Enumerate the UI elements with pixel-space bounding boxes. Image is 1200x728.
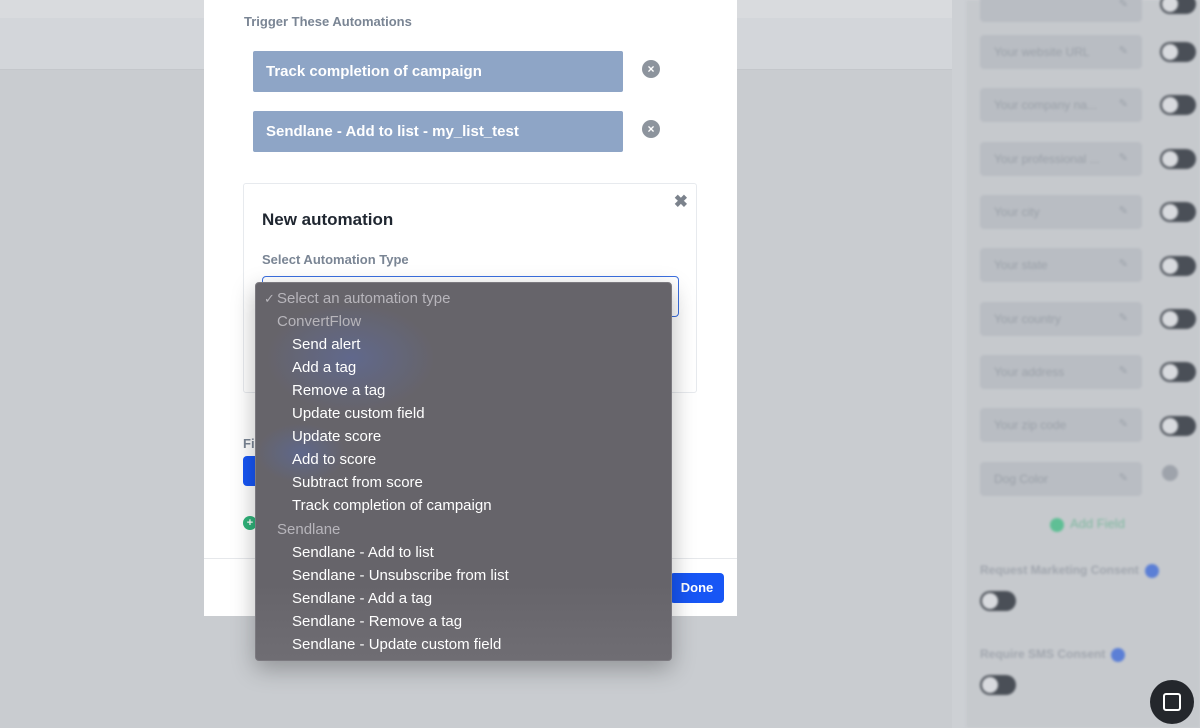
remove-trigger-icon[interactable]: × (642, 60, 660, 78)
close-icon[interactable]: ✖ (674, 192, 688, 212)
dropdown-option[interactable]: Subtract from score (256, 471, 671, 494)
sidebar-toggle[interactable] (1160, 416, 1196, 436)
sidebar-toggle[interactable] (1160, 362, 1196, 382)
dropdown-option[interactable]: Add to score (256, 448, 671, 471)
pencil-icon: ✎ (1118, 98, 1128, 110)
sidebar-field[interactable]: Your country ✎ (980, 302, 1142, 336)
sidebar-field[interactable]: Your city ✎ (980, 195, 1142, 229)
pencil-icon: ✎ (1118, 258, 1128, 270)
sidebar-field[interactable]: Your zip code ✎ (980, 408, 1142, 442)
dropdown-option[interactable]: Sendlane - Add a tag (256, 587, 671, 610)
dropdown-option[interactable]: Remove a tag (256, 379, 671, 402)
new-automation-title: New automation (262, 210, 394, 229)
sidebar-field[interactable]: Your address ✎ (980, 355, 1142, 389)
pencil-icon: ✎ (1118, 365, 1128, 377)
trigger-item-label: Track completion of campaign (266, 63, 482, 80)
sidebar-toggle[interactable] (1160, 202, 1196, 222)
chat-launcher-button[interactable] (1150, 680, 1194, 724)
trigger-item-label: Sendlane - Add to list - my_list_test (266, 123, 519, 140)
checkmark-icon: ✓ (264, 291, 275, 306)
dropdown-option[interactable]: Sendlane - Remove a tag (256, 610, 671, 633)
dropdown-option[interactable]: Add a tag (256, 356, 671, 379)
sidebar-field[interactable]: Dog Color ✎ (980, 462, 1142, 496)
dropdown-option[interactable]: Update score (256, 425, 671, 448)
sidebar-toggle[interactable] (1160, 309, 1196, 329)
sidebar-field[interactable]: Your website URL ✎ (980, 35, 1142, 69)
option-group-label: Sendlane (277, 521, 341, 538)
pencil-icon: ✎ (1118, 472, 1128, 484)
sidebar-field-phone[interactable]: ✎ (980, 0, 1142, 22)
sidebar-toggle[interactable] (1160, 95, 1196, 115)
background-divider (952, 0, 966, 728)
remove-trigger-icon[interactable]: × (642, 120, 660, 138)
settings-sidebar: ✎ Your website URL ✎ Your company na... ✎ … (966, 0, 1200, 728)
dropdown-option[interactable]: Sendlane - Update custom field (256, 633, 671, 656)
marketing-consent-toggle[interactable] (980, 591, 1016, 611)
done-button[interactable]: Done (670, 573, 724, 603)
help-icon[interactable] (1144, 563, 1159, 578)
pencil-icon: ✎ (1118, 0, 1128, 10)
plus-icon (1050, 517, 1064, 532)
chat-icon (1163, 693, 1181, 711)
sidebar-toggle[interactable] (1160, 42, 1196, 62)
trigger-item[interactable]: Sendlane - Add to list - my_list_test (253, 111, 623, 152)
dropdown-option[interactable]: Sendlane - Add to list (256, 541, 671, 564)
sidebar-field[interactable]: Your state ✎ (980, 248, 1142, 282)
option-group-label: ConvertFlow (277, 313, 362, 330)
pencil-icon: ✎ (1118, 312, 1128, 324)
dropdown-option[interactable]: Track completion of campaign (256, 494, 671, 517)
sidebar-toggle[interactable] (1160, 256, 1196, 276)
option-placeholder[interactable]: ✓ Select an automation type (256, 287, 671, 310)
pencil-icon: ✎ (1118, 45, 1128, 57)
automation-type-label: Select Automation Type (262, 252, 409, 267)
dropdown-option[interactable]: Send alert (256, 333, 671, 356)
pencil-icon: ✎ (1118, 205, 1128, 217)
sidebar-field[interactable]: Your company na... ✎ (980, 88, 1142, 122)
sidebar-field[interactable]: Your professional ... ✎ (980, 142, 1142, 176)
settings-icon[interactable] (1162, 465, 1178, 481)
sidebar-toggle[interactable] (1160, 0, 1196, 14)
sms-consent-toggle[interactable] (980, 675, 1016, 695)
pencil-icon: ✎ (1118, 152, 1128, 164)
dropdown-option[interactable]: Update custom field (256, 402, 671, 425)
partial-field-label: Fi (243, 436, 255, 451)
sms-consent-label: Require SMS Consent (980, 647, 1126, 662)
help-icon[interactable] (1111, 647, 1126, 662)
marketing-consent-label: Request Marketing Consent (980, 563, 1159, 578)
triggers-section-label: Trigger These Automations (244, 14, 412, 29)
add-field-button[interactable]: Add Field (1050, 516, 1125, 532)
pencil-icon: ✎ (1118, 418, 1128, 430)
trigger-item[interactable]: Track completion of campaign (253, 51, 623, 92)
sidebar-toggle[interactable] (1160, 149, 1196, 169)
automation-type-dropdown: ✓ Select an automation type ConvertFlow … (255, 282, 672, 661)
dropdown-option[interactable]: Sendlane - Unsubscribe from list (256, 564, 671, 587)
